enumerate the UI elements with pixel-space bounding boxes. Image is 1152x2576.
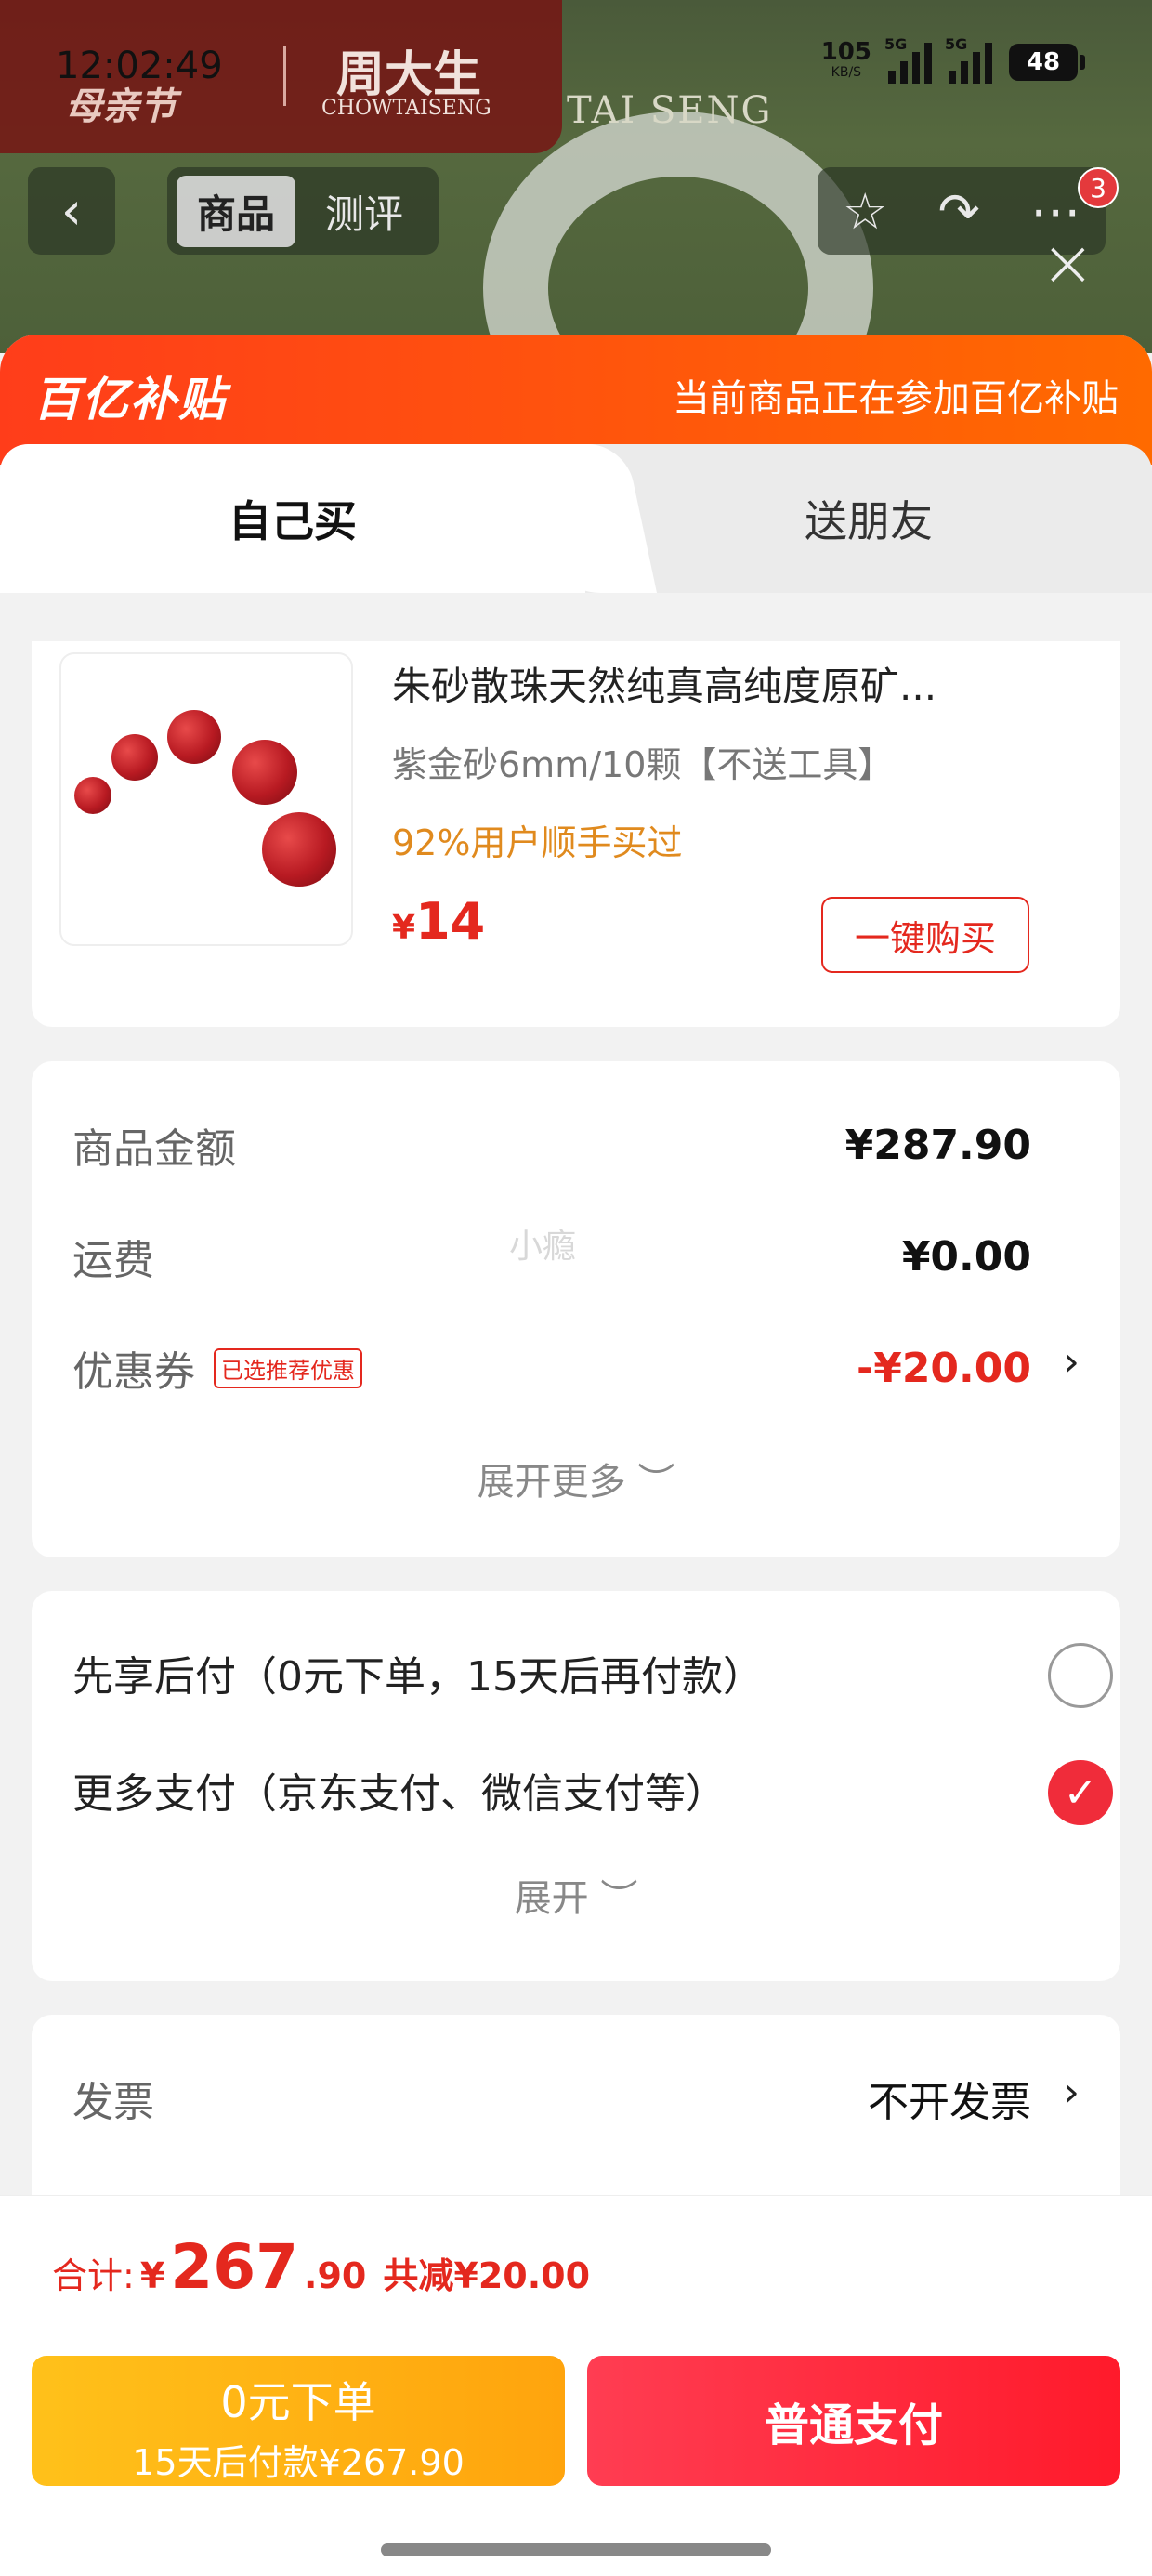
check-icon: ✓ [1063,1768,1098,1817]
one-click-buy-button[interactable]: 一键购买 [821,897,1029,973]
expand-more-button[interactable]: 展开更多 ︶ [32,1452,1120,1505]
bead-image [262,812,336,887]
total-currency: ¥ [139,2255,165,2296]
price-currency: ¥ [392,909,416,947]
pay-later-option[interactable]: 先享后付（0元下单，15天后再付款） [72,1643,764,1702]
zero-down-label: 0元下单 [220,2377,376,2427]
chevron-down-icon: ︶ [600,1877,638,1920]
product-thumbnail[interactable] [59,652,353,946]
pay-later-radio[interactable] [1048,1643,1113,1708]
payment-card: 先享后付（0元下单，15天后再付款） 更多支付（京东支付、微信支付等） ✓ 展开… [32,1591,1120,1981]
zero-down-sublabel: 15天后付款¥267.90 [132,2442,465,2483]
bead-image [111,734,158,781]
product-bought-rate: 92%用户顺手买过 [392,822,683,863]
status-time: 12:02:49 [56,45,223,87]
chevron-left-icon: ‹ [60,180,83,242]
invoice-row: 发票 不开发票 [72,2069,1031,2128]
tab-review[interactable]: 测评 [305,176,424,247]
goods-amount-value: ¥287.90 [844,1121,1031,1169]
tab-buy-self[interactable]: 自己买 [0,444,585,593]
star-icon[interactable]: ☆ [843,182,887,241]
close-icon[interactable]: × [1041,230,1095,296]
price-value: 14 [415,892,486,951]
chevron-down-icon: ︶ [637,1461,675,1504]
coupon-recommend-tag: 已选推荐优惠 [214,1347,362,1388]
purchase-tabs: 送朋友 自己买 [0,444,1152,593]
signal-type-label: 5G [884,35,908,53]
coupon-value: -¥20.00 [856,1344,1031,1392]
shipping-label: 运费 [72,1237,154,1284]
bead-image [167,710,221,764]
tab-product[interactable]: 商品 [177,175,296,247]
subsidy-note: 当前商品正在参加百亿补贴 [673,377,1119,420]
normal-pay-button[interactable]: 普通支付 [587,2356,1120,2486]
battery-icon: 48 [1009,44,1085,81]
nav-tabs: 商品 测评 [167,167,439,255]
product-spec[interactable]: 紫金砂6mm/10颗【不送工具】 [392,736,893,787]
bead-image [74,777,111,814]
subsidy-logo: 百亿补贴 [33,373,227,427]
expand-payment-label: 展开 [514,1877,589,1920]
invoice-label: 发票 [72,2079,154,2126]
status-icons: 105 KB/S 5G 5G 48 [821,35,1085,84]
network-speed: 105 KB/S [821,40,871,83]
product-title[interactable]: 朱砂散珠天然纯真高纯度原矿... [392,655,936,712]
signal-type-label: 5G [945,35,968,53]
message-badge: 3 [1078,167,1119,208]
total-label: 合计: [52,2255,135,2296]
signal-icon: 5G [884,35,932,84]
amount-card: 商品金额 ¥287.90 运费 ¥0.00 优惠券 已选推荐优惠 -¥20.00… [32,1061,1120,1557]
watermark-text: 小瘾 [509,1228,577,1266]
goods-amount-row: 商品金额 ¥287.90 [72,1115,1031,1175]
bead-image [232,740,297,805]
chevron-right-icon[interactable]: › [1063,1338,1080,1386]
shipping-value: ¥0.00 [901,1232,1031,1281]
more-pay-option[interactable]: 更多支付（京东支付、微信支付等） [72,1760,727,1820]
tab-gift-friend[interactable]: 送朋友 [585,444,1152,593]
total-integer: 267 [170,2231,299,2303]
total-decimal: .90 [304,2255,367,2296]
invoice-value: 不开发票 [868,2079,1031,2126]
battery-level: 48 [1026,48,1061,76]
signal-icon: 5G [945,35,992,84]
zero-down-order-button[interactable]: 0元下单 15天后付款¥267.90 [32,2356,565,2486]
total-summary: 合计: ¥267.90 共减¥20.00 [52,2231,590,2303]
brand-name-en: CHOWTAISENG [321,97,491,120]
coupon-label: 优惠券 [72,1348,195,1396]
divider [283,46,286,106]
brand-name-cn: 周大生 [336,46,482,103]
expand-more-label: 展开更多 [477,1461,626,1504]
goods-amount-label: 商品金额 [72,1125,236,1173]
more-pay-radio-checked[interactable]: ✓ [1048,1760,1113,1825]
expand-payment-button[interactable]: 展开 ︶ [32,1868,1120,1922]
share-icon[interactable]: ↷ [938,182,980,241]
tab-self-label: 自己买 [229,496,357,546]
home-indicator[interactable] [381,2543,771,2556]
coupon-row[interactable]: 优惠券 已选推荐优惠 -¥20.00 [72,1338,1031,1398]
coupon-label-group: 优惠券 已选推荐优惠 [72,1338,362,1398]
checkout-bottom-bar: 合计: ¥267.90 共减¥20.00 0元下单 15天后付款¥267.90 … [0,2195,1152,2576]
product-price: ¥14 [392,892,485,951]
background-brand-text: TAI SENG [567,89,773,132]
back-button[interactable]: ‹ [28,167,115,255]
total-saved: 共减¥20.00 [383,2255,591,2296]
chevron-right-icon[interactable]: › [1063,2069,1080,2116]
tab-gift-label: 送朋友 [805,496,933,546]
